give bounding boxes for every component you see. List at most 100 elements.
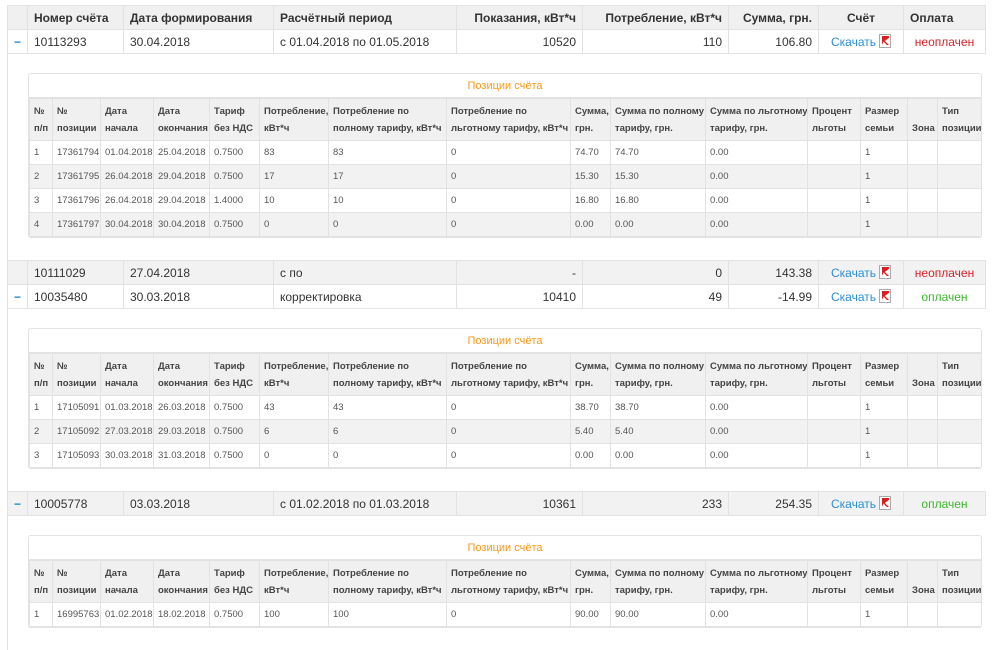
header-col-payment: Оплата (904, 6, 986, 30)
position-cell: 0 (447, 420, 571, 444)
position-cell: 0.00 (611, 213, 706, 237)
positions-header-cell: Датаокончания (154, 561, 210, 603)
header-line: Размер (865, 568, 899, 579)
positions-header-cell: Сумма по полномутарифу, грн. (611, 354, 706, 396)
position-cell: 0.00 (706, 444, 808, 468)
positions-header-cell: Сумма, грн. (571, 561, 611, 603)
invoice-row: −1000577803.03.2018с 01.02.2018 по 01.03… (8, 492, 986, 516)
position-cell: 2 (30, 420, 53, 444)
invoice-date: 30.04.2018 (124, 30, 274, 54)
position-cell: 25.04.2018 (154, 141, 210, 165)
download-link[interactable]: Скачать (831, 35, 891, 49)
invoice-date: 27.04.2018 (124, 261, 274, 285)
header-col-number: Номер счёта (28, 6, 124, 30)
position-cell: 5.40 (611, 420, 706, 444)
positions-table: №п/п№позицииДатаначалаДатаокончанияТариф… (29, 98, 982, 237)
position-cell: 18.02.2018 (154, 603, 210, 627)
header-line: Размер (865, 361, 899, 372)
position-cell: 0 (447, 213, 571, 237)
positions-header: №п/п№позицииДатаначалаДатаокончанияТариф… (30, 354, 983, 396)
position-cell: 1 (861, 165, 908, 189)
header-line: позиции (57, 123, 97, 134)
header-line: Сумма по льготному (710, 568, 808, 579)
positions-header-cell: №позиции (53, 354, 101, 396)
position-cell: 17361795 (53, 165, 101, 189)
positions-header-cell: Сумма по льготному тарифу, грн. (706, 99, 808, 141)
header-line: Сумма по льготному (710, 361, 808, 372)
position-cell: 17105093 (53, 444, 101, 468)
invoice-sum: -14.99 (729, 285, 819, 309)
meter-reading: 10520 (457, 30, 583, 54)
header-line: начала (105, 123, 138, 134)
position-cell: 0.7500 (210, 420, 260, 444)
collapse-toggle[interactable]: − (8, 285, 28, 309)
position-row: 11699576301.02.201818.02.20180.750010010… (30, 603, 983, 627)
position-cell: 38.70 (571, 396, 611, 420)
header-line: грн. (575, 585, 593, 596)
header-col-invoice: Счёт (819, 6, 904, 30)
position-cell (908, 420, 938, 444)
header-line: Тариф (214, 106, 245, 117)
meter-reading: 10410 (457, 285, 583, 309)
header-line: № (34, 106, 45, 117)
header-line: кВт*ч (264, 585, 289, 596)
pdf-icon[interactable] (879, 289, 891, 303)
positions-header-cell: Датаначала (101, 561, 154, 603)
invoice-detail-row: Позиции счёта№п/п№позицииДатаначалаДатао… (8, 54, 986, 261)
header-line: № (57, 106, 68, 117)
collapse-toggle[interactable]: − (8, 492, 28, 516)
header-line: Сумма по льготному (710, 106, 808, 117)
download-link[interactable]: Скачать (831, 290, 891, 304)
pdf-icon[interactable] (879, 265, 891, 279)
header-line: семьи (865, 378, 894, 389)
position-cell: 1 (861, 213, 908, 237)
billing-period: с 01.04.2018 по 01.05.2018 (274, 30, 457, 54)
position-cell: 83 (260, 141, 329, 165)
invoice-detail: Позиции счёта№п/п№позицииДатаначалаДатао… (8, 54, 986, 261)
positions-title: Позиции счёта (29, 74, 981, 98)
position-cell (908, 165, 938, 189)
header-col-consumption: Потребление, кВт*ч (583, 6, 729, 30)
positions-header-cell: Типпозиции (938, 99, 983, 141)
payment-status: неоплачен (904, 261, 986, 285)
position-cell: 90.00 (571, 603, 611, 627)
positions-header: №п/п№позицииДатаначалаДатаокончанияТариф… (30, 99, 983, 141)
payment-status: неоплачен (904, 30, 986, 54)
header-line: п/п (34, 378, 48, 389)
position-row: 21710509227.03.201829.03.20180.75006605.… (30, 420, 983, 444)
position-cell: 74.70 (571, 141, 611, 165)
header-line: кВт*ч (264, 378, 289, 389)
position-cell: 10 (329, 189, 447, 213)
position-cell (938, 213, 983, 237)
position-cell: 17361796 (53, 189, 101, 213)
header-line: Потребление по (333, 568, 409, 579)
pdf-icon[interactable] (879, 34, 891, 48)
position-cell: 0.7500 (210, 603, 260, 627)
positions-header-cell: Тарифбез НДС (210, 354, 260, 396)
header-line: тарифу, грн. (710, 123, 768, 134)
position-cell: 0.7500 (210, 444, 260, 468)
position-cell: 0 (447, 444, 571, 468)
header-line: Сумма по полному (615, 106, 704, 117)
invoice-number: 10113293 (28, 30, 124, 54)
header-line: полному тарифу, кВт*ч (333, 123, 442, 134)
header-line: Сумма, (575, 568, 609, 579)
download-link[interactable]: Скачать (831, 497, 891, 511)
header-line: Потребление по (451, 106, 527, 117)
position-cell: 16.80 (571, 189, 611, 213)
positions-header-cell: № позиции (53, 99, 101, 141)
invoice-detail-row: Позиции счёта№п/п№позицииДатаначалаДатао… (8, 516, 986, 650)
position-cell: 3 (30, 189, 53, 213)
positions-header-cell: Зона (908, 99, 938, 141)
download-link[interactable]: Скачать (831, 266, 891, 280)
positions-header-cell: №п/п (30, 354, 53, 396)
pdf-icon[interactable] (879, 496, 891, 510)
collapse-toggle[interactable]: − (8, 30, 28, 54)
position-cell: 0 (260, 213, 329, 237)
position-cell: 3 (30, 444, 53, 468)
positions-header-cell: №п/п (30, 99, 53, 141)
header-line: Потребление, (264, 361, 328, 372)
position-cell: 1 (861, 420, 908, 444)
collapse-toggle[interactable] (8, 261, 28, 285)
position-cell: 29.04.2018 (154, 165, 210, 189)
